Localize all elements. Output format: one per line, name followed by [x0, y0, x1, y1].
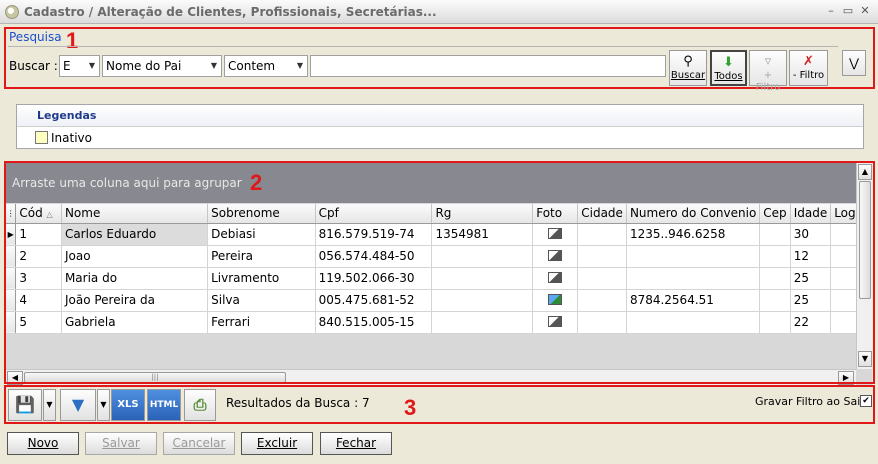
close-icon[interactable]: ✕ [858, 4, 872, 18]
double-chevron-down-icon: ⋁ [849, 56, 859, 70]
export-xls-button[interactable]: XLS [111, 389, 145, 421]
fechar-button[interactable]: Fechar [320, 432, 392, 455]
legend-title: Legendas [17, 105, 863, 127]
add-filter-icon: ▿ [764, 54, 772, 69]
annotation-1: 1 [66, 28, 79, 53]
xls-icon: XLS [117, 399, 139, 410]
export-html-button[interactable]: HTML [147, 389, 181, 421]
print-button[interactable]: ⎙ [184, 389, 216, 421]
search-icon: ⚲ [683, 54, 693, 69]
annotation-2: 2 [250, 170, 263, 195]
html-icon: HTML [149, 400, 179, 410]
cancelar-button[interactable]: Cancelar [163, 432, 235, 455]
salvar-button[interactable]: Salvar [85, 432, 157, 455]
legend-item-inativo: Inativo [17, 127, 863, 149]
buscar-button-label: Buscar [670, 70, 706, 81]
funnel-icon: ▼ [71, 395, 85, 414]
field-select[interactable]: Nome do Pai ▼ [102, 55, 222, 77]
save-filter-label: Gravar Filtro ao Sair [755, 395, 865, 408]
buscar-button[interactable]: ⚲ Buscar [669, 50, 707, 86]
printer-icon: ⎙ [193, 395, 207, 414]
save-layout-menu[interactable]: ▼ [43, 389, 56, 421]
operator-select[interactable]: Contem ▼ [224, 55, 308, 77]
todos-button-label: Todos [714, 71, 743, 82]
mode-select[interactable]: E ▼ [59, 55, 100, 77]
remove-filter-icon: ✗ [803, 54, 814, 69]
window-title: Cadastro / Alteração de Clientes, Profis… [24, 5, 437, 19]
chevron-down-icon: ▼ [210, 61, 217, 70]
field-select-value: Nome do Pai [106, 59, 182, 73]
salvar-button-label: Salvar [102, 436, 140, 450]
operator-select-value: Contem [228, 59, 276, 73]
mode-select-value: E [63, 59, 71, 73]
remove-filter-label: - Filtro [792, 70, 825, 81]
filter-menu[interactable]: ▼ [97, 389, 110, 421]
chevron-down-icon: ▼ [296, 61, 303, 70]
add-filter-label: + Filtro [755, 70, 781, 93]
save-layout-button[interactable]: 💾 [8, 389, 42, 421]
fechar-button-label: Fechar [335, 436, 377, 450]
floppy-disk-icon: 💾 [15, 395, 35, 414]
filter-button[interactable]: ▼ [60, 389, 96, 421]
results-count: Resultados da Busca : 7 [226, 396, 370, 410]
chevron-down-icon: ▼ [100, 400, 107, 409]
annotation-3: 3 [404, 395, 417, 420]
minimize-icon[interactable]: – [824, 4, 838, 18]
arrow-down-icon: ⬇ [723, 55, 734, 70]
remove-filter-button[interactable]: ✗ - Filtro [789, 50, 828, 86]
maximize-icon[interactable]: ▭ [841, 4, 855, 18]
search-input[interactable] [310, 55, 666, 77]
excluir-button-label: Excluir [256, 436, 298, 450]
title-bar: Cadastro / Alteração de Clientes, Profis… [0, 0, 878, 24]
checkmark-icon: ✔ [862, 396, 870, 406]
app-icon [5, 5, 19, 19]
add-filter-button[interactable]: ▿ + Filtro [749, 50, 787, 93]
legend-item-label: Inativo [51, 131, 92, 145]
save-filter-checkbox[interactable]: ✔ [860, 395, 872, 407]
todos-button[interactable]: ⬇ Todos [710, 50, 747, 86]
tab-pesquisa[interactable]: Pesquisa [9, 30, 62, 44]
chevron-down-icon: ▼ [88, 61, 95, 70]
chevron-down-icon: ▼ [46, 400, 53, 409]
tab-divider [8, 46, 838, 47]
novo-button-label: Novo [27, 436, 59, 450]
excluir-button[interactable]: Excluir [241, 432, 313, 455]
grid-panel-outline [4, 161, 875, 384]
inativo-swatch [35, 131, 48, 144]
cancelar-button-label: Cancelar [172, 436, 226, 450]
expand-button[interactable]: ⋁ [842, 50, 866, 76]
novo-button[interactable]: Novo [7, 432, 79, 455]
legend-panel: Legendas Inativo [16, 104, 864, 149]
buscar-label: Buscar : [9, 59, 58, 73]
